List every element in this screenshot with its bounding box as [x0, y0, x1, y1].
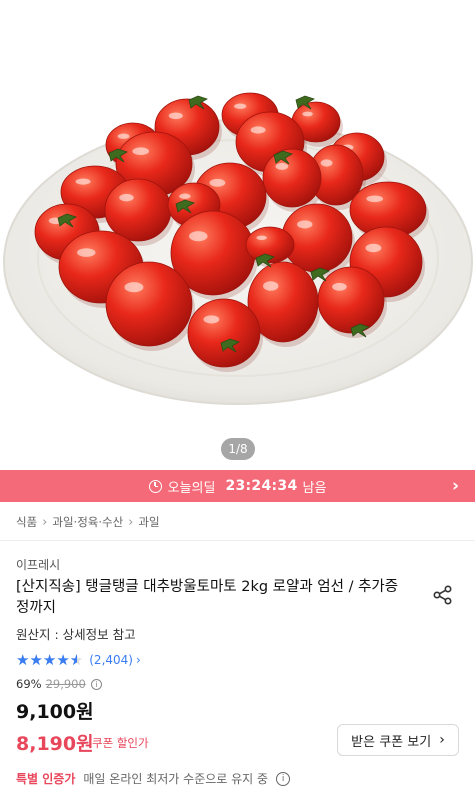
breadcrumb: 식품 › 과일·정육·수산 › 과일 [16, 514, 160, 530]
breadcrumb-item-food[interactable]: 식품 [16, 514, 37, 530]
discount-rate: 69% [16, 677, 42, 691]
breadcrumb-item-fruit-meat-seafood[interactable]: 과일·정육·수산 [52, 514, 123, 530]
chevron-right-icon: › [439, 732, 445, 748]
coupon-price: 8,190원 [16, 733, 94, 755]
todays-deal-banner[interactable]: 오늘의딜 23:24:34 남음 › [0, 470, 475, 502]
info-icon[interactable]: i [90, 678, 102, 690]
star-rating-icon: ★★★★★★★★★★ [16, 651, 84, 669]
share-button[interactable] [432, 584, 454, 606]
rating-summary[interactable]: ★★★★★★★★★★ (2,404) › [16, 651, 141, 669]
share-icon [433, 585, 452, 605]
view-coupons-label: 받은 쿠폰 보기 [351, 734, 432, 750]
chevron-right-icon: › [135, 653, 141, 667]
product-image-gallery[interactable]: 1/8 [0, 0, 475, 470]
view-coupons-button[interactable]: 받은 쿠폰 보기 › [337, 724, 459, 756]
breadcrumb-item-fruit[interactable]: 과일 [138, 514, 159, 530]
deal-suffix: 남음 [302, 480, 327, 496]
image-page-indicator: 1/8 [221, 438, 255, 460]
product-image [3, 92, 473, 405]
special-certified-price: 특별 인증가 매일 온라인 최저가 수준으로 유지 중 i [16, 770, 291, 787]
origin-info: 원산지 : 상세정보 참고 [16, 627, 136, 642]
deal-label: 오늘의딜 [167, 480, 216, 496]
seller-name[interactable]: 이프레시 [16, 556, 60, 573]
deal-countdown: 23:24:34 [225, 478, 298, 494]
section-divider [0, 540, 475, 541]
review-count: (2,404) [89, 653, 133, 667]
original-price: 29,900 [45, 677, 86, 691]
info-icon[interactable]: i [276, 771, 291, 786]
product-title: [산지직송] 탱글탱글 대추방울토마토 2kg 로얄과 엄선 / 추가증정까지 [16, 579, 399, 616]
sale-price: 9,100원 [16, 701, 94, 723]
clock-icon [148, 479, 162, 493]
coupon-price-label: 쿠폰 할인가 [92, 736, 149, 750]
cert-label: 특별 인증가 [16, 772, 76, 786]
chevron-right-icon: › [451, 476, 459, 496]
cert-text: 매일 온라인 최저가 수준으로 유지 중 [83, 772, 269, 786]
discount-row: 69% 29,900 i [16, 677, 102, 691]
chevron-right-icon: › [128, 514, 134, 530]
chevron-right-icon: › [42, 514, 48, 530]
